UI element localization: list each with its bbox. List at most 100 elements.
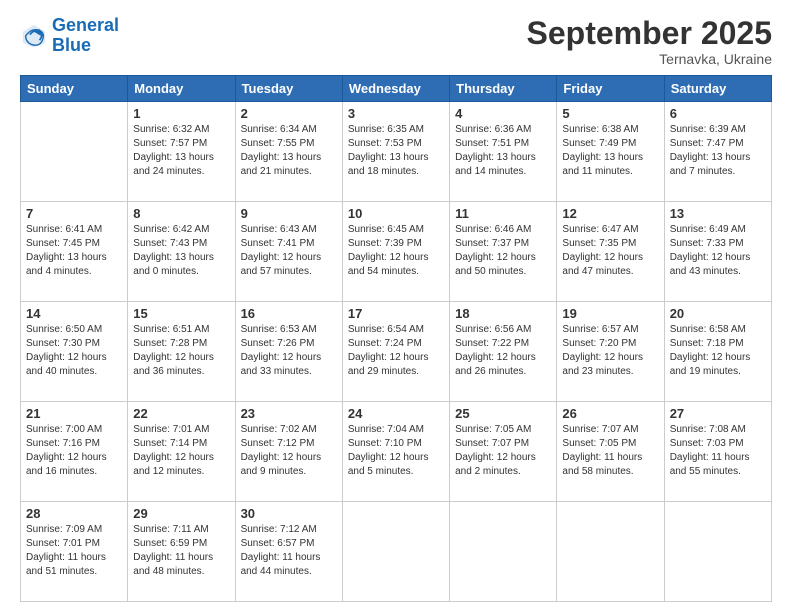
day-number: 4: [455, 106, 551, 121]
day-info: Sunrise: 7:04 AMSunset: 7:10 PMDaylight:…: [348, 423, 444, 479]
calendar-cell: 12 Sunrise: 6:47 AMSunset: 7:35 PMDayligh…: [557, 202, 664, 302]
logo-blue: Blue: [52, 35, 91, 55]
day-info: Sunrise: 7:00 AMSunset: 7:16 PMDaylight:…: [26, 423, 122, 479]
calendar-week-2: 7 Sunrise: 6:41 AMSunset: 7:45 PMDaylight…: [21, 202, 772, 302]
col-header-monday: Monday: [128, 76, 235, 102]
day-number: 7: [26, 206, 122, 221]
col-header-sunday: Sunday: [21, 76, 128, 102]
day-number: 25: [455, 406, 551, 421]
calendar-cell: 17 Sunrise: 6:54 AMSunset: 7:24 PMDayligh…: [342, 302, 449, 402]
day-number: 20: [670, 306, 766, 321]
day-info: Sunrise: 7:01 AMSunset: 7:14 PMDaylight:…: [133, 423, 229, 479]
day-number: 17: [348, 306, 444, 321]
title-block: September 2025 Ternavka, Ukraine: [527, 16, 772, 67]
logo: General Blue: [20, 16, 119, 56]
calendar-cell: 21 Sunrise: 7:00 AMSunset: 7:16 PMDayligh…: [21, 402, 128, 502]
calendar-cell: [21, 102, 128, 202]
calendar-cell: 15 Sunrise: 6:51 AMSunset: 7:28 PMDayligh…: [128, 302, 235, 402]
calendar-cell: 19 Sunrise: 6:57 AMSunset: 7:20 PMDayligh…: [557, 302, 664, 402]
day-number: 15: [133, 306, 229, 321]
day-info: Sunrise: 6:56 AMSunset: 7:22 PMDaylight:…: [455, 323, 551, 379]
day-info: Sunrise: 7:02 AMSunset: 7:12 PMDaylight:…: [241, 423, 337, 479]
day-info: Sunrise: 6:58 AMSunset: 7:18 PMDaylight:…: [670, 323, 766, 379]
calendar-cell: 18 Sunrise: 6:56 AMSunset: 7:22 PMDayligh…: [450, 302, 557, 402]
day-info: Sunrise: 6:53 AMSunset: 7:26 PMDaylight:…: [241, 323, 337, 379]
day-number: 16: [241, 306, 337, 321]
day-info: Sunrise: 7:08 AMSunset: 7:03 PMDaylight:…: [670, 423, 766, 479]
day-info: Sunrise: 6:50 AMSunset: 7:30 PMDaylight:…: [26, 323, 122, 379]
day-info: Sunrise: 6:38 AMSunset: 7:49 PMDaylight:…: [562, 123, 658, 179]
day-number: 5: [562, 106, 658, 121]
day-number: 30: [241, 506, 337, 521]
col-header-saturday: Saturday: [664, 76, 771, 102]
calendar-cell: 13Sunrise: 6:49 AMSunset: 7:33 PMDayligh…: [664, 202, 771, 302]
calendar-cell: 14 Sunrise: 6:50 AMSunset: 7:30 PMDayligh…: [21, 302, 128, 402]
day-info: Sunrise: 6:54 AMSunset: 7:24 PMDaylight:…: [348, 323, 444, 379]
calendar-cell: 10 Sunrise: 6:45 AMSunset: 7:39 PMDayligh…: [342, 202, 449, 302]
day-info: Sunrise: 6:57 AMSunset: 7:20 PMDaylight:…: [562, 323, 658, 379]
calendar-cell: [557, 502, 664, 602]
day-info: Sunrise: 6:41 AMSunset: 7:45 PMDaylight:…: [26, 223, 122, 279]
day-info: Sunrise: 6:36 AMSunset: 7:51 PMDaylight:…: [455, 123, 551, 179]
day-info: Sunrise: 7:11 AMSunset: 6:59 PMDaylight:…: [133, 523, 229, 579]
day-info: Sunrise: 7:05 AMSunset: 7:07 PMDaylight:…: [455, 423, 551, 479]
calendar-cell: 24 Sunrise: 7:04 AMSunset: 7:10 PMDayligh…: [342, 402, 449, 502]
day-info: Sunrise: 7:07 AMSunset: 7:05 PMDaylight:…: [562, 423, 658, 479]
day-info: Sunrise: 6:47 AMSunset: 7:35 PMDaylight:…: [562, 223, 658, 279]
day-info: Sunrise: 6:51 AMSunset: 7:28 PMDaylight:…: [133, 323, 229, 379]
day-info: Sunrise: 6:39 AMSunset: 7:47 PMDaylight:…: [670, 123, 766, 179]
logo-icon: [20, 22, 48, 50]
calendar-cell: 6 Sunrise: 6:39 AMSunset: 7:47 PMDaylight…: [664, 102, 771, 202]
calendar-cell: 4 Sunrise: 6:36 AMSunset: 7:51 PMDaylight…: [450, 102, 557, 202]
col-header-thursday: Thursday: [450, 76, 557, 102]
calendar-cell: 20 Sunrise: 6:58 AMSunset: 7:18 PMDayligh…: [664, 302, 771, 402]
day-info: Sunrise: 7:09 AMSunset: 7:01 PMDaylight:…: [26, 523, 122, 579]
day-number: 6: [670, 106, 766, 121]
calendar-cell: 26 Sunrise: 7:07 AMSunset: 7:05 PMDayligh…: [557, 402, 664, 502]
calendar-cell: 5 Sunrise: 6:38 AMSunset: 7:49 PMDaylight…: [557, 102, 664, 202]
day-info: Sunrise: 6:43 AMSunset: 7:41 PMDaylight:…: [241, 223, 337, 279]
calendar-week-4: 21 Sunrise: 7:00 AMSunset: 7:16 PMDayligh…: [21, 402, 772, 502]
day-number: 14: [26, 306, 122, 321]
day-number: 22: [133, 406, 229, 421]
day-number: 12: [562, 206, 658, 221]
calendar-cell: [342, 502, 449, 602]
day-number: 28: [26, 506, 122, 521]
day-number: 26: [562, 406, 658, 421]
calendar-week-5: 28 Sunrise: 7:09 AMSunset: 7:01 PMDayligh…: [21, 502, 772, 602]
day-number: 24: [348, 406, 444, 421]
logo-general: General: [52, 15, 119, 35]
calendar-cell: 8Sunrise: 6:42 AMSunset: 7:43 PMDaylight…: [128, 202, 235, 302]
month-title: September 2025: [527, 16, 772, 51]
day-number: 23: [241, 406, 337, 421]
day-number: 27: [670, 406, 766, 421]
day-number: 19: [562, 306, 658, 321]
day-number: 11: [455, 206, 551, 221]
location-subtitle: Ternavka, Ukraine: [527, 51, 772, 67]
calendar-cell: 30 Sunrise: 7:12 AMSunset: 6:57 PMDayligh…: [235, 502, 342, 602]
header: General Blue September 2025 Ternavka, Uk…: [20, 16, 772, 67]
day-info: Sunrise: 6:45 AMSunset: 7:39 PMDaylight:…: [348, 223, 444, 279]
day-info: Sunrise: 6:49 AMSunset: 7:33 PMDaylight:…: [670, 223, 766, 279]
calendar-cell: 2Sunrise: 6:34 AMSunset: 7:55 PMDaylight…: [235, 102, 342, 202]
calendar-cell: 23 Sunrise: 7:02 AMSunset: 7:12 PMDayligh…: [235, 402, 342, 502]
day-number: 21: [26, 406, 122, 421]
calendar-cell: 1Sunrise: 6:32 AMSunset: 7:57 PMDaylight…: [128, 102, 235, 202]
calendar-cell: 11 Sunrise: 6:46 AMSunset: 7:37 PMDayligh…: [450, 202, 557, 302]
calendar-cell: 16 Sunrise: 6:53 AMSunset: 7:26 PMDayligh…: [235, 302, 342, 402]
day-number: 3: [348, 106, 444, 121]
day-info: Sunrise: 7:12 AMSunset: 6:57 PMDaylight:…: [241, 523, 337, 579]
calendar-cell: 3Sunrise: 6:35 AMSunset: 7:53 PMDaylight…: [342, 102, 449, 202]
calendar-cell: 29Sunrise: 7:11 AMSunset: 6:59 PMDayligh…: [128, 502, 235, 602]
calendar-cell: 7 Sunrise: 6:41 AMSunset: 7:45 PMDaylight…: [21, 202, 128, 302]
day-number: 18: [455, 306, 551, 321]
calendar-week-3: 14 Sunrise: 6:50 AMSunset: 7:30 PMDayligh…: [21, 302, 772, 402]
col-header-friday: Friday: [557, 76, 664, 102]
day-info: Sunrise: 6:46 AMSunset: 7:37 PMDaylight:…: [455, 223, 551, 279]
day-number: 10: [348, 206, 444, 221]
calendar-week-1: 1Sunrise: 6:32 AMSunset: 7:57 PMDaylight…: [21, 102, 772, 202]
calendar-header-row: SundayMondayTuesdayWednesdayThursdayFrid…: [21, 76, 772, 102]
day-info: Sunrise: 6:32 AMSunset: 7:57 PMDaylight:…: [133, 123, 229, 179]
day-info: Sunrise: 6:34 AMSunset: 7:55 PMDaylight:…: [241, 123, 337, 179]
calendar-cell: [664, 502, 771, 602]
